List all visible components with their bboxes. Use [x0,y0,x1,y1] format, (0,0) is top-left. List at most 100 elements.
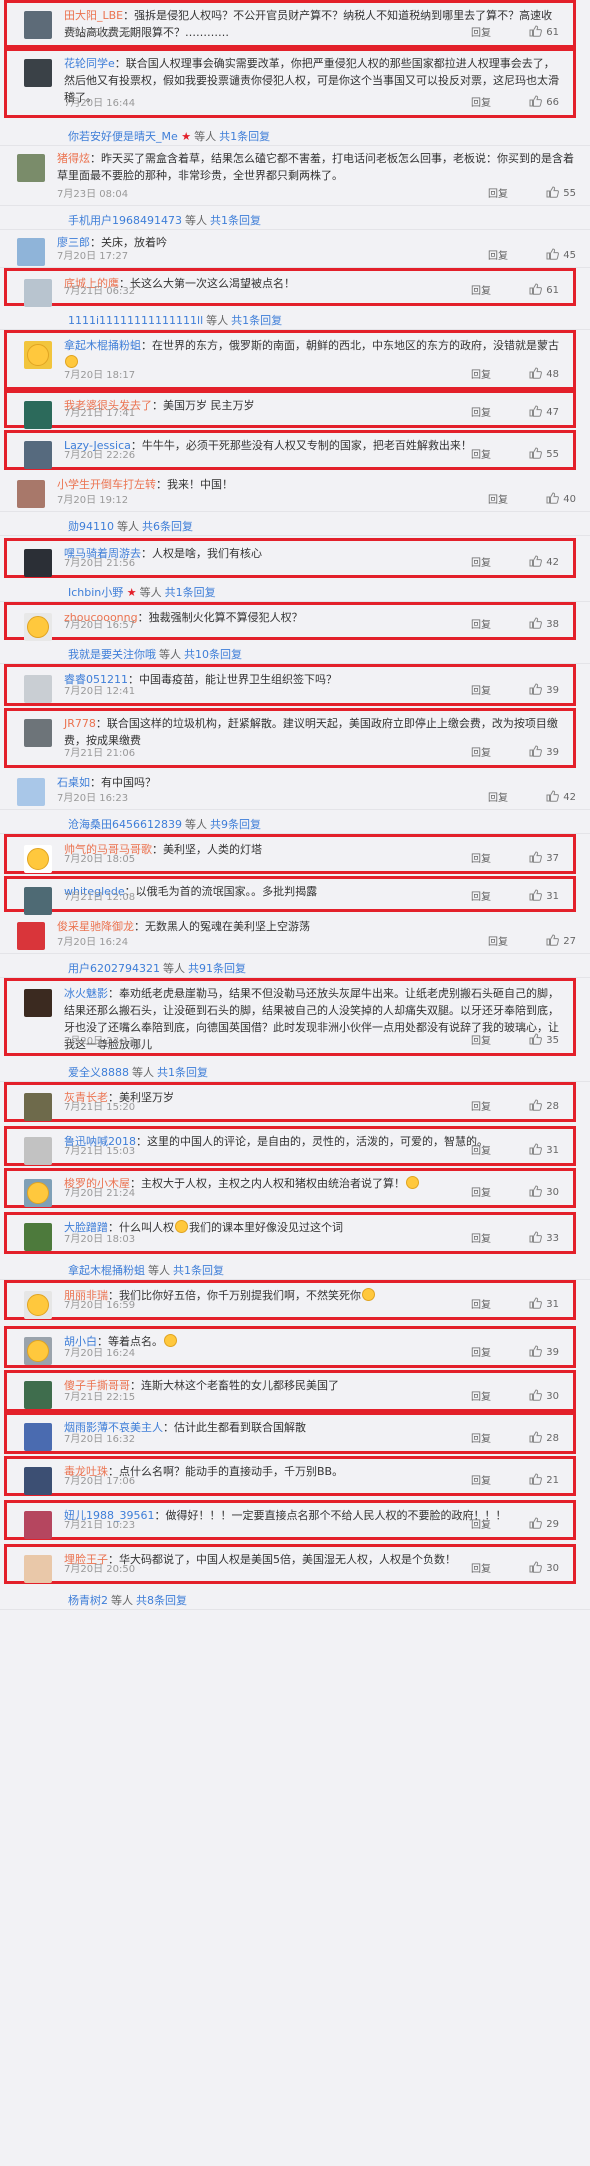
like-button[interactable]: 31 [529,889,559,904]
like-button[interactable]: 48 [529,367,559,382]
avatar[interactable] [24,1137,52,1165]
reply-button[interactable]: 回复 [471,1296,491,1311]
avatar[interactable] [24,1093,52,1121]
like-button[interactable]: 27 [546,934,576,949]
sub-reply-user-link[interactable]: 杨青树2 [68,1594,108,1607]
sub-reply-row[interactable]: 你若安好便是晴天_Me ★ 等人 共1条回复 [0,122,590,146]
like-button[interactable]: 61 [529,25,559,40]
avatar[interactable] [24,401,52,429]
reply-button[interactable]: 回复 [471,446,491,461]
sub-reply-user-link[interactable]: 1111i11111111111111ll [68,314,203,327]
sub-reply-row[interactable]: 1111i11111111111111ll 等人 共1条回复 [0,306,590,330]
like-button[interactable]: 31 [529,1297,559,1312]
reply-button[interactable]: 回复 [471,1560,491,1575]
sub-reply-row[interactable]: 拿起木棍捅粉蛆 等人 共1条回复 [0,1256,590,1280]
sub-reply-user-link[interactable]: 沧海桑田6456612839 [68,818,182,831]
reply-button[interactable]: 回复 [488,185,508,200]
reply-button[interactable]: 回复 [471,1184,491,1199]
username-link[interactable]: 田大阳_LBE [64,9,123,22]
reply-button[interactable]: 回复 [471,1230,491,1245]
avatar[interactable] [24,1291,52,1319]
reply-button[interactable]: 回复 [471,1472,491,1487]
avatar[interactable] [24,1337,52,1365]
like-button[interactable]: 30 [529,1389,559,1404]
reply-button[interactable]: 回复 [471,616,491,631]
like-button[interactable]: 30 [529,1561,559,1576]
like-button[interactable]: 45 [546,248,576,263]
sub-reply-count-link[interactable]: 共9条回复 [210,818,261,831]
sub-reply-row[interactable]: 爱全义8888 等人 共1条回复 [0,1058,590,1082]
reply-button[interactable]: 回复 [471,850,491,865]
like-button[interactable]: 55 [546,186,576,201]
like-button[interactable]: 42 [546,790,576,805]
avatar[interactable] [24,1423,52,1451]
avatar[interactable] [24,989,52,1017]
avatar[interactable] [24,1511,52,1539]
avatar[interactable] [17,238,45,266]
sub-reply-row[interactable]: 勋94110 等人 共6条回复 [0,512,590,536]
reply-button[interactable]: 回复 [471,282,491,297]
avatar[interactable] [17,922,45,950]
avatar[interactable] [17,480,45,508]
avatar[interactable] [17,778,45,806]
avatar[interactable] [24,341,52,369]
sub-reply-user-link[interactable]: 勋94110 [68,520,114,533]
avatar[interactable] [24,1555,52,1583]
like-button[interactable]: 28 [529,1099,559,1114]
avatar[interactable] [24,441,52,469]
reply-button[interactable]: 回复 [471,1344,491,1359]
like-button[interactable]: 40 [546,492,576,507]
sub-reply-row[interactable]: 我就是要关注你哦 等人 共10条回复 [0,640,590,664]
like-button[interactable]: 42 [529,555,559,570]
reply-button[interactable]: 回复 [488,933,508,948]
sub-reply-user-link[interactable]: 手机用户1968491473 [68,214,182,227]
reply-button[interactable]: 回复 [471,744,491,759]
username-link[interactable]: 石桌如 [57,776,90,789]
avatar[interactable] [24,279,52,307]
sub-reply-user-link[interactable]: Ichbin小野 [68,586,123,599]
sub-reply-count-link[interactable]: 共10条回复 [184,648,242,661]
username-link[interactable]: 俊采星驰降御龙 [57,920,134,933]
reply-button[interactable]: 回复 [471,366,491,381]
like-button[interactable]: 21 [529,1473,559,1488]
avatar[interactable] [24,887,52,915]
username-link[interactable]: 冰火魅影 [64,987,108,1000]
like-button[interactable]: 29 [529,1517,559,1532]
avatar[interactable] [24,1467,52,1495]
sub-reply-user-link[interactable]: 你若安好便是晴天_Me [68,130,178,143]
like-button[interactable]: 39 [529,745,559,760]
avatar[interactable] [24,1381,52,1409]
reply-button[interactable]: 回复 [471,24,491,39]
like-button[interactable]: 39 [529,1345,559,1360]
avatar[interactable] [24,1223,52,1251]
reply-button[interactable]: 回复 [471,1142,491,1157]
reply-button[interactable]: 回复 [488,247,508,262]
reply-button[interactable]: 回复 [471,682,491,697]
sub-reply-count-link[interactable]: 共1条回复 [219,130,270,143]
reply-button[interactable]: 回复 [471,1388,491,1403]
sub-reply-count-link[interactable]: 共8条回复 [136,1594,187,1607]
avatar[interactable] [24,1179,52,1207]
sub-reply-row[interactable]: 杨青树2 等人 共8条回复 [0,1586,590,1610]
sub-reply-user-link[interactable]: 用户6202794321 [68,962,160,975]
like-button[interactable]: 37 [529,851,559,866]
username-link[interactable]: 拿起木棍捅粉蛆 [64,339,141,352]
avatar[interactable] [24,675,52,703]
like-button[interactable]: 31 [529,1143,559,1158]
avatar[interactable] [24,613,52,641]
sub-reply-row[interactable]: 手机用户1968491473 等人 共1条回复 [0,206,590,230]
like-button[interactable]: 47 [529,405,559,420]
sub-reply-count-link[interactable]: 共91条回复 [188,962,246,975]
sub-reply-count-link[interactable]: 共1条回复 [157,1066,208,1079]
sub-reply-row[interactable]: Ichbin小野 ★ 等人 共1条回复 [0,578,590,602]
sub-reply-count-link[interactable]: 共6条回复 [142,520,193,533]
avatar[interactable] [24,11,52,39]
sub-reply-count-link[interactable]: 共1条回复 [231,314,282,327]
avatar[interactable] [24,59,52,87]
like-button[interactable]: 66 [529,95,559,110]
sub-reply-row[interactable]: 沧海桑田6456612839 等人 共9条回复 [0,810,590,834]
reply-button[interactable]: 回复 [471,94,491,109]
reply-button[interactable]: 回复 [471,1430,491,1445]
username-link[interactable]: 猪得炫 [57,152,90,165]
avatar[interactable] [24,845,52,873]
